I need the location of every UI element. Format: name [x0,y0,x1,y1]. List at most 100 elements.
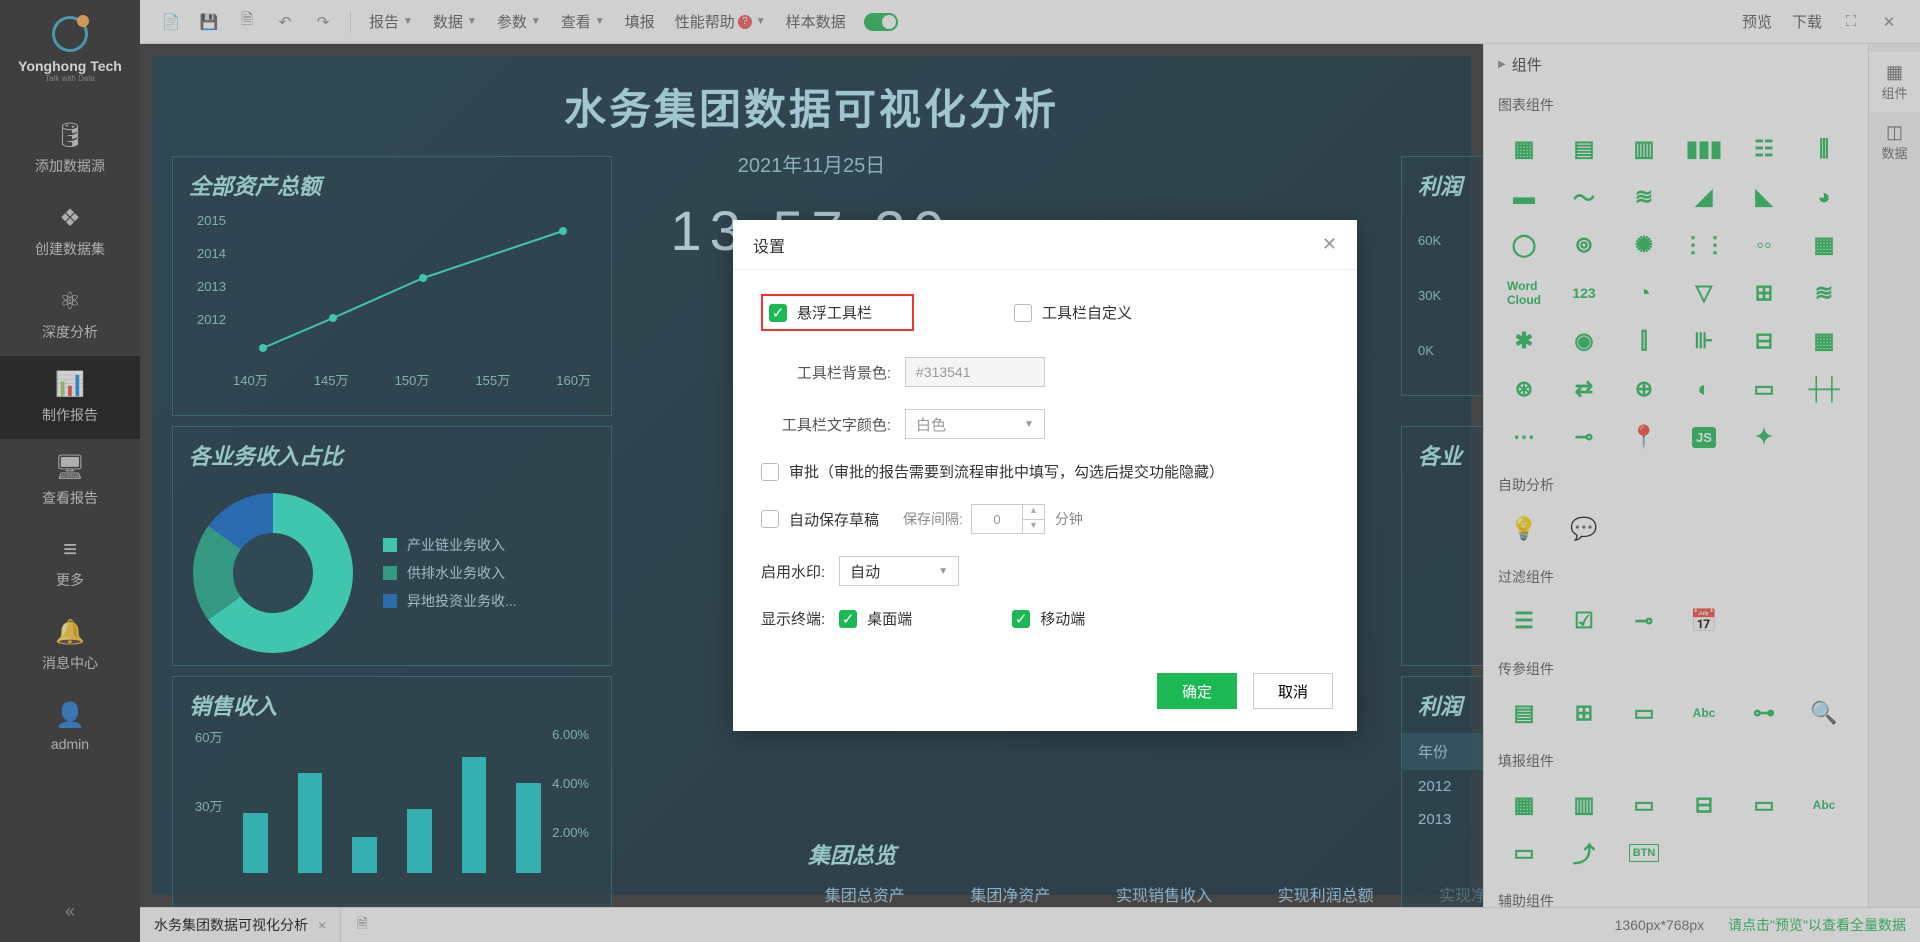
param-tree-icon[interactable]: ⊞ [1560,693,1608,733]
param-search-icon[interactable]: 🔍 [1800,693,1848,733]
rail-tab-data[interactable]: ◫数据 [1869,112,1920,172]
funnel-icon[interactable]: ▽ [1680,273,1728,313]
grouped-bar-icon[interactable]: ⫼ [1800,129,1848,169]
form-cell-icon[interactable]: ▭ [1740,785,1788,825]
panel-group-overview[interactable]: 集团总览 集团总资产 集团净资产 实现销售收入 实现利润总额 实现净利润 [792,826,1483,907]
close-tab-icon[interactable]: × [318,917,326,933]
timeline-icon[interactable]: ⊸ [1560,417,1608,457]
table-icon[interactable]: ▦ [1500,129,1548,169]
upload-icon[interactable]: ⤴ [1560,833,1608,873]
bubble-icon[interactable]: ◦◦ [1740,225,1788,265]
nav-create-dataset[interactable]: ❖创建数据集 [0,190,140,273]
bg-color-input[interactable] [905,357,1045,387]
menu-report[interactable]: 报告▼ [365,11,417,32]
bar-icon[interactable]: ▮▮▮ [1680,129,1728,169]
watermark-select[interactable]: 自动▼ [839,556,959,586]
indicator-icon[interactable]: ◐ [1680,369,1728,409]
fullscreen-icon[interactable]: ⛶ [1838,9,1864,35]
undo-icon[interactable]: ↶ [272,9,298,35]
spinner-down[interactable]: ▼ [1023,520,1044,534]
sample-data-toggle[interactable] [864,13,898,31]
multiline-icon[interactable]: ≋ [1620,177,1668,217]
param-input-icon[interactable]: ▭ [1620,693,1668,733]
new-icon[interactable]: 📄 [158,9,184,35]
menu-data[interactable]: 数据▼ [429,11,481,32]
param-text-icon[interactable]: Abc [1680,693,1728,733]
nav-make-report[interactable]: 📊制作报告 [0,356,140,439]
form-crosstab-icon[interactable]: ▥ [1560,785,1608,825]
saveas-icon[interactable]: 🗎 [234,9,260,35]
custom-toolbar-checkbox[interactable] [1014,304,1032,322]
mobile-checkbox[interactable]: ✓ [1012,610,1030,628]
list-filter-icon[interactable]: ☰ [1500,601,1548,641]
pie-icon[interactable]: ◕ [1800,177,1848,217]
boxplot-icon[interactable]: ⊟ [1740,321,1788,361]
form-text-icon[interactable]: Abc [1800,785,1848,825]
sankey-icon[interactable]: ≋ [1800,273,1848,313]
rail-tab-components[interactable]: ▦组件 [1869,52,1920,112]
treemap-icon[interactable]: ▦ [1800,321,1848,361]
text-color-select[interactable]: 白色▼ [905,409,1045,439]
interval-input[interactable] [972,505,1022,533]
file-tab[interactable]: 水务集团数据可视化分析 × [140,908,341,942]
menu-fill[interactable]: 填报 [621,11,659,32]
nav-messages[interactable]: 🔔消息中心 [0,604,140,687]
insight-icon[interactable]: 💡 [1500,509,1548,549]
nav-add-datasource[interactable]: 🛢添加数据源 [0,107,140,190]
hbar-icon[interactable]: ▬ [1500,177,1548,217]
slider-filter-icon[interactable]: ⊸ [1620,601,1668,641]
param-list-icon[interactable]: ▤ [1500,693,1548,733]
checklist-icon[interactable]: ☑ [1560,601,1608,641]
js-icon[interactable]: JS [1680,417,1728,457]
comment-icon[interactable]: 💬 [1560,509,1608,549]
panel-right-mid[interactable]: 各业 [1401,426,1483,666]
param-link-icon[interactable]: ⊶ [1740,693,1788,733]
scatter-icon[interactable]: ⋮⋮ [1680,225,1728,265]
stacked-bar-icon[interactable]: ☷ [1740,129,1788,169]
donut-icon[interactable]: ◯ [1500,225,1548,265]
map-icon[interactable]: ◉ [1560,321,1608,361]
approval-checkbox[interactable] [761,463,779,481]
tree-icon[interactable]: ⊞ [1740,273,1788,313]
number-icon[interactable]: 123 [1560,273,1608,313]
download-button[interactable]: 下载 [1788,11,1826,32]
component-panel-header[interactable]: ▶组件 [1484,44,1868,85]
form-table-icon[interactable]: ▦ [1500,785,1548,825]
close-icon[interactable]: ✕ [1876,9,1902,35]
form-rect-icon[interactable]: ▭ [1500,833,1548,873]
area-icon[interactable]: ◢ [1680,177,1728,217]
modal-close-button[interactable]: ✕ [1322,234,1337,255]
candlestick-icon[interactable]: ┼┼ [1800,369,1848,409]
autosave-checkbox[interactable] [761,510,779,528]
combo-icon[interactable]: ⫿ [1620,321,1668,361]
panel-profit-bottom[interactable]: 利润 年份 2012 2013 [1401,676,1483,907]
ok-button[interactable]: 确定 [1157,673,1237,709]
gauge-icon[interactable]: ◔ [1620,273,1668,313]
menu-params[interactable]: 参数▼ [493,11,545,32]
date-filter-icon[interactable]: 📅 [1680,601,1728,641]
button-comp-icon[interactable]: BTN [1620,833,1668,873]
flow-icon[interactable]: ⇄ [1560,369,1608,409]
nav-more[interactable]: ≡更多 [0,522,140,604]
cancel-button[interactable]: 取消 [1253,673,1333,709]
nav-deep-analysis[interactable]: ⚛深度分析 [0,273,140,356]
new-tab-icon[interactable]: 🗎 [349,912,375,938]
dot-icon[interactable]: ⋯ [1500,417,1548,457]
grid-icon[interactable]: ▥ [1620,129,1668,169]
nav-user[interactable]: 👤admin [0,687,140,766]
nav-view-report[interactable]: 🖥查看报告 [0,439,140,522]
form-input-icon[interactable]: ▭ [1620,785,1668,825]
desktop-checkbox[interactable]: ✓ [839,610,857,628]
panel-revenue-share[interactable]: 各业务收入占比 产业链业务收入 供排水业务收入 异地投资业务收... [172,426,612,666]
panel-profit-top[interactable]: 利润 60K 30K 0K [1401,156,1483,396]
progress-icon[interactable]: ▭ [1740,369,1788,409]
chord-icon[interactable]: ⊛ [1500,369,1548,409]
save-icon[interactable]: 💾 [196,9,222,35]
menu-view[interactable]: 查看▼ [557,11,609,32]
interval-spinner[interactable]: ▲ ▼ [971,504,1045,534]
panel-total-assets[interactable]: 全部资产总额 2015 2014 2013 2012 140万 145万 150… [172,156,612,416]
spinner-up[interactable]: ▲ [1023,505,1044,520]
heatmap-icon[interactable]: ▦ [1800,225,1848,265]
menu-perf-help[interactable]: 性能帮助?▼ [671,11,770,32]
float-toolbar-checkbox[interactable]: ✓ [769,304,787,322]
